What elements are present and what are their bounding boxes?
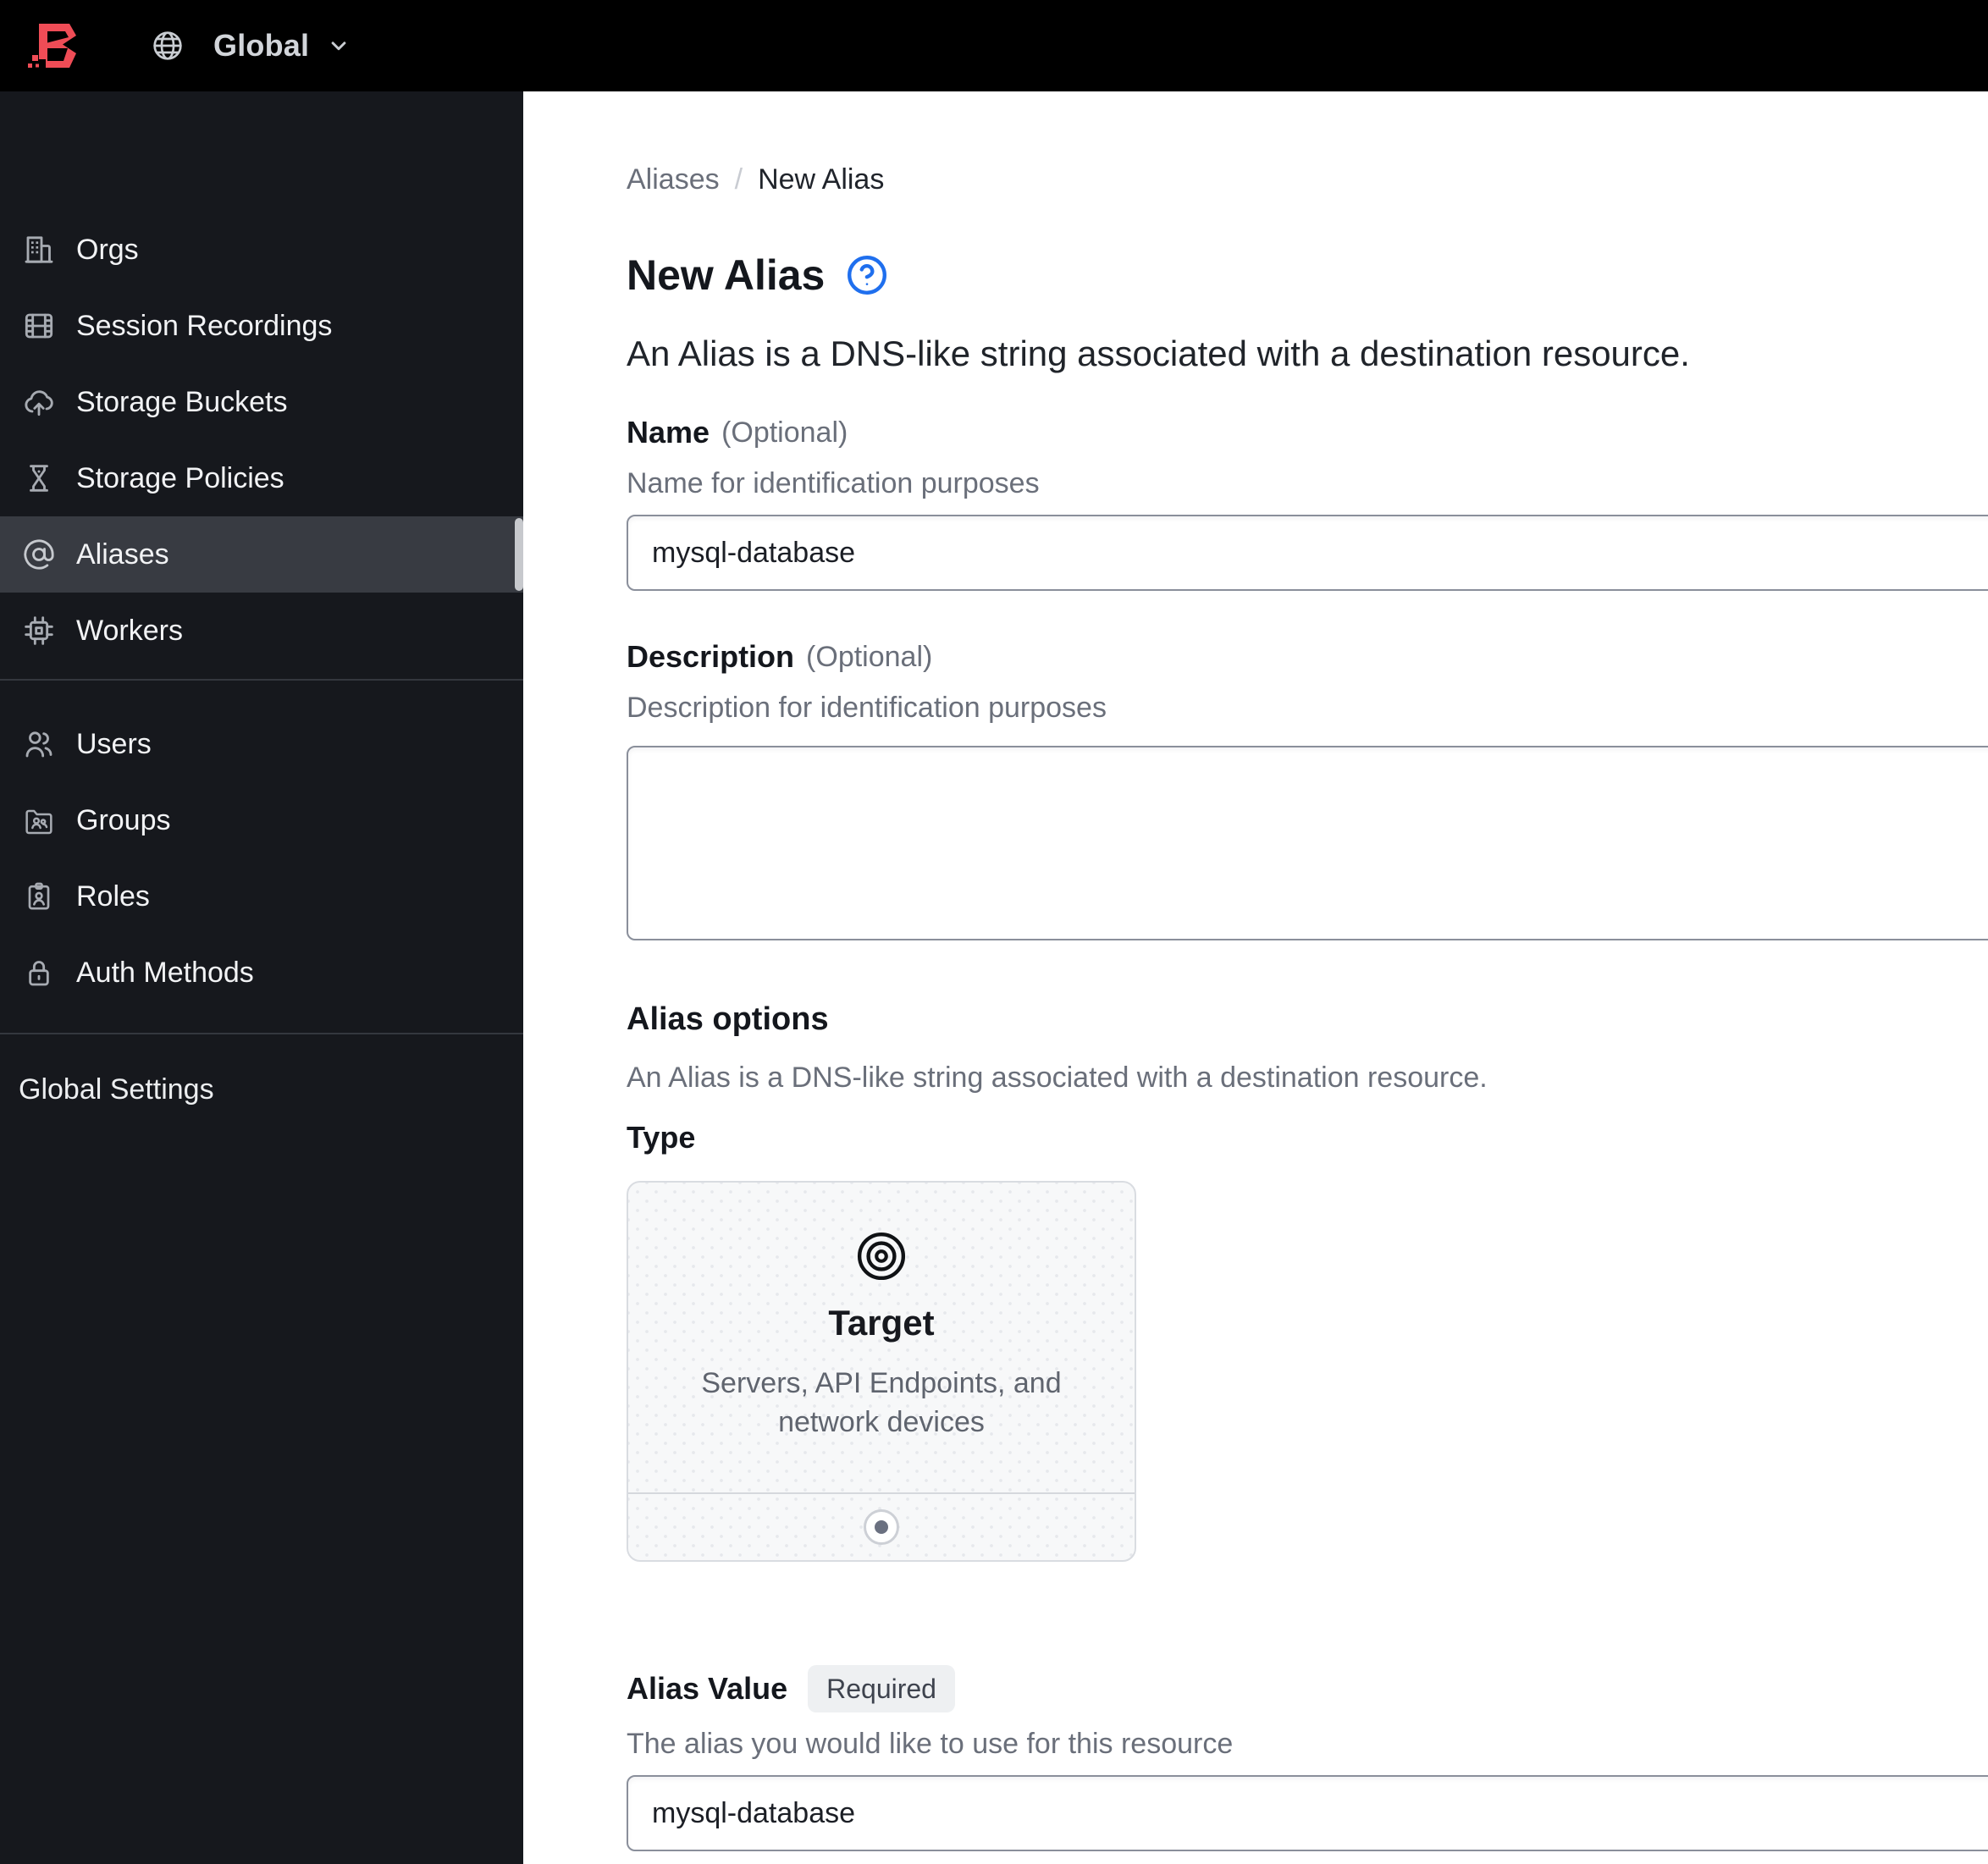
page-title: New Alias [627,249,825,301]
name-label: Name [627,413,710,452]
description-field-group: Description (Optional) Description for i… [627,637,1988,940]
sidebar-item-roles[interactable]: Roles [0,858,523,935]
type-label: Type [627,1118,1988,1157]
alias-value-field-group: Alias Value Required The alias you would… [627,1665,1988,1851]
sidebar-item-users[interactable]: Users [0,706,523,782]
page-intro: An Alias is a DNS-like string associated… [627,332,1988,376]
type-target-radio[interactable] [864,1509,899,1545]
sidebar-secondary-nav: Users Groups [0,706,523,1011]
app-window: Global [0,0,1988,1864]
breadcrumb-separator: / [735,161,743,198]
boundary-logo[interactable] [25,19,80,72]
sidebar-item-auth-methods[interactable]: Auth Methods [0,935,523,1011]
required-badge: Required [808,1665,955,1712]
description-helper: Description for identification purposes [627,690,1988,725]
bullseye-icon [853,1228,909,1284]
breadcrumb-current: New Alias [758,161,884,198]
description-optional-tag: (Optional) [806,641,932,674]
sidebar-item-aliases[interactable]: Aliases [0,516,523,593]
type-card-footer [628,1492,1135,1560]
sidebar-item-label: Users [76,728,152,761]
name-helper: Name for identification purposes [627,466,1988,501]
type-option-target-card[interactable]: Target Servers, API Endpoints, and netwo… [627,1181,1136,1562]
cloud-upload-icon [20,383,58,421]
sidebar-item-label: Aliases [76,538,169,571]
sidebar-item-label: Workers [76,615,183,648]
type-card-title: Target [828,1301,934,1345]
boundary-logo-icon [25,20,80,71]
main-content: Aliases / New Alias New Alias An Alias i… [523,91,1988,1864]
id-badge-icon [20,878,58,915]
sidebar-item-label: Global Settings [19,1073,214,1106]
scope-label: Global [213,28,309,63]
sidebar-item-workers[interactable]: Workers [0,593,523,669]
sidebar-item-label: Orgs [76,234,139,267]
film-icon [20,307,58,345]
name-optional-tag: (Optional) [721,416,848,449]
alias-value-helper: The alias you would like to use for this… [627,1726,1988,1762]
title-row: New Alias [627,249,1988,301]
org-building-icon [20,231,58,268]
breadcrumb-link-aliases[interactable]: Aliases [627,161,720,198]
type-card-body: Target Servers, API Endpoints, and netwo… [628,1183,1135,1492]
sidebar-item-label: Auth Methods [76,957,254,990]
description-textarea[interactable] [627,746,1988,940]
sidebar-item-label: Storage Policies [76,462,284,495]
at-sign-icon [20,536,58,573]
name-input[interactable] [627,515,1988,591]
name-field-group: Name (Optional) Name for identification … [627,413,1988,591]
sidebar-item-label: Session Recordings [76,310,332,343]
alias-options-heading: Alias options [627,998,1988,1040]
sidebar-item-global-settings[interactable]: Global Settings [0,1051,523,1128]
sidebar-item-label: Storage Buckets [76,386,287,419]
sidebar-item-label: Roles [76,880,150,913]
scope-switcher[interactable]: Global [151,28,351,63]
sidebar-item-session-recordings[interactable]: Session Recordings [0,288,523,364]
alias-value-label: Alias Value [627,1669,787,1708]
folder-users-icon [20,802,58,839]
help-circle-icon[interactable] [845,253,889,297]
cpu-icon [20,612,58,649]
sidebar: Orgs Session Recordings [0,91,523,1864]
sidebar-item-storage-policies[interactable]: Storage Policies [0,440,523,516]
globe-icon [151,29,185,63]
radio-dot [875,1520,888,1534]
description-label: Description [627,637,794,676]
sidebar-item-storage-buckets[interactable]: Storage Buckets [0,364,523,440]
topbar: Global [0,0,1988,91]
sidebar-item-orgs[interactable]: Orgs [0,212,523,288]
sidebar-divider [0,679,523,681]
new-alias-form: Name (Optional) Name for identification … [627,413,1988,1851]
lock-icon [20,954,58,991]
sidebar-item-groups[interactable]: Groups [0,782,523,858]
alias-value-input[interactable] [627,1775,1988,1851]
breadcrumb: Aliases / New Alias [627,161,1988,198]
sidebar-divider [0,1033,523,1034]
sidebar-scrollbar-thumb[interactable] [515,518,523,591]
type-card-description: Servers, API Endpoints, and network devi… [678,1364,1085,1442]
sidebar-primary-nav: Orgs Session Recordings [0,91,523,669]
alias-options-helper: An Alias is a DNS-like string associated… [627,1059,1988,1096]
users-icon [20,725,58,763]
chevron-down-icon [326,33,351,58]
hourglass-icon [20,460,58,497]
sidebar-item-label: Groups [76,804,171,837]
